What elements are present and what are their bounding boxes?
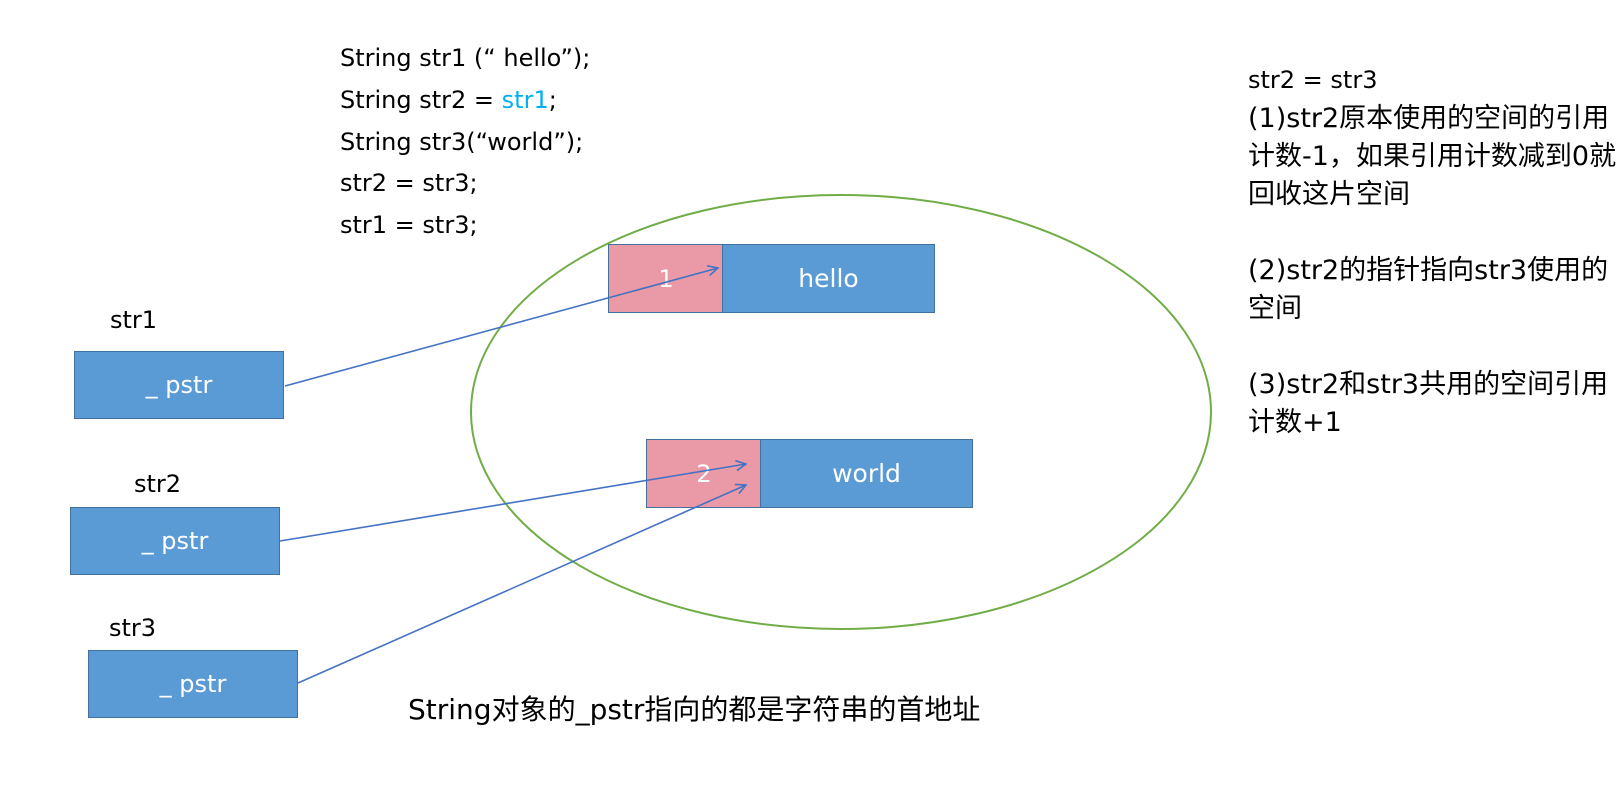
notes-step-3: (3)str2和str3共用的空间引用计数+1 (1248, 369, 1609, 438)
notes-step-2: (2)str2的指针指向str3使用的空间 (1248, 255, 1609, 324)
code-line-1: String str1 (“ hello”); (340, 44, 591, 72)
pstr-field-str1: _ pstr (145, 371, 213, 399)
highlighted-identifier: str1 (501, 85, 549, 114)
arrow-str3-to-world (297, 485, 746, 684)
refcount-value-hello: 1 (658, 264, 674, 293)
code-line-2: String str2 = str1; (340, 85, 557, 114)
object-label-str1: str1 (110, 306, 158, 334)
object-label-str2: str2 (134, 470, 182, 498)
pstr-field-str3: _ pstr (159, 670, 227, 698)
notes-step-1: (1)str2原本使用的空间的引用计数-1，如果引用计数减到0就回收这片空间 (1248, 103, 1617, 210)
pstr-field-str2: _ pstr (141, 527, 209, 555)
string-data-hello: hello (798, 264, 859, 293)
string-data-box-hello: hello (722, 244, 935, 313)
refcount-box-hello: 1 (608, 244, 724, 313)
diagram-caption: String对象的_pstr指向的都是字符串的首地址 (408, 693, 981, 726)
string-data-box-world: world (760, 439, 973, 508)
string-data-world: world (832, 459, 901, 488)
explanation-notes: str2 = str3 (1)str2原本使用的空间的引用计数-1，如果引用计数… (1248, 60, 1623, 442)
code-line-4: str2 = str3; (340, 169, 478, 198)
refcount-value-world: 2 (696, 459, 712, 488)
code-snippet: String str1 (“ hello”); String str2 = st… (340, 38, 590, 247)
object-box-str3: _ pstr (88, 650, 298, 718)
refcount-box-world: 2 (646, 439, 762, 508)
code-line-5: str1 = str3; (340, 211, 478, 240)
code-line-3: String str3(“world”); (340, 127, 584, 156)
object-box-str2: _ pstr (70, 507, 280, 575)
object-label-str3: str3 (109, 614, 157, 642)
object-box-str1: _ pstr (74, 351, 284, 419)
notes-heading: str2 = str3 (1248, 66, 1378, 94)
